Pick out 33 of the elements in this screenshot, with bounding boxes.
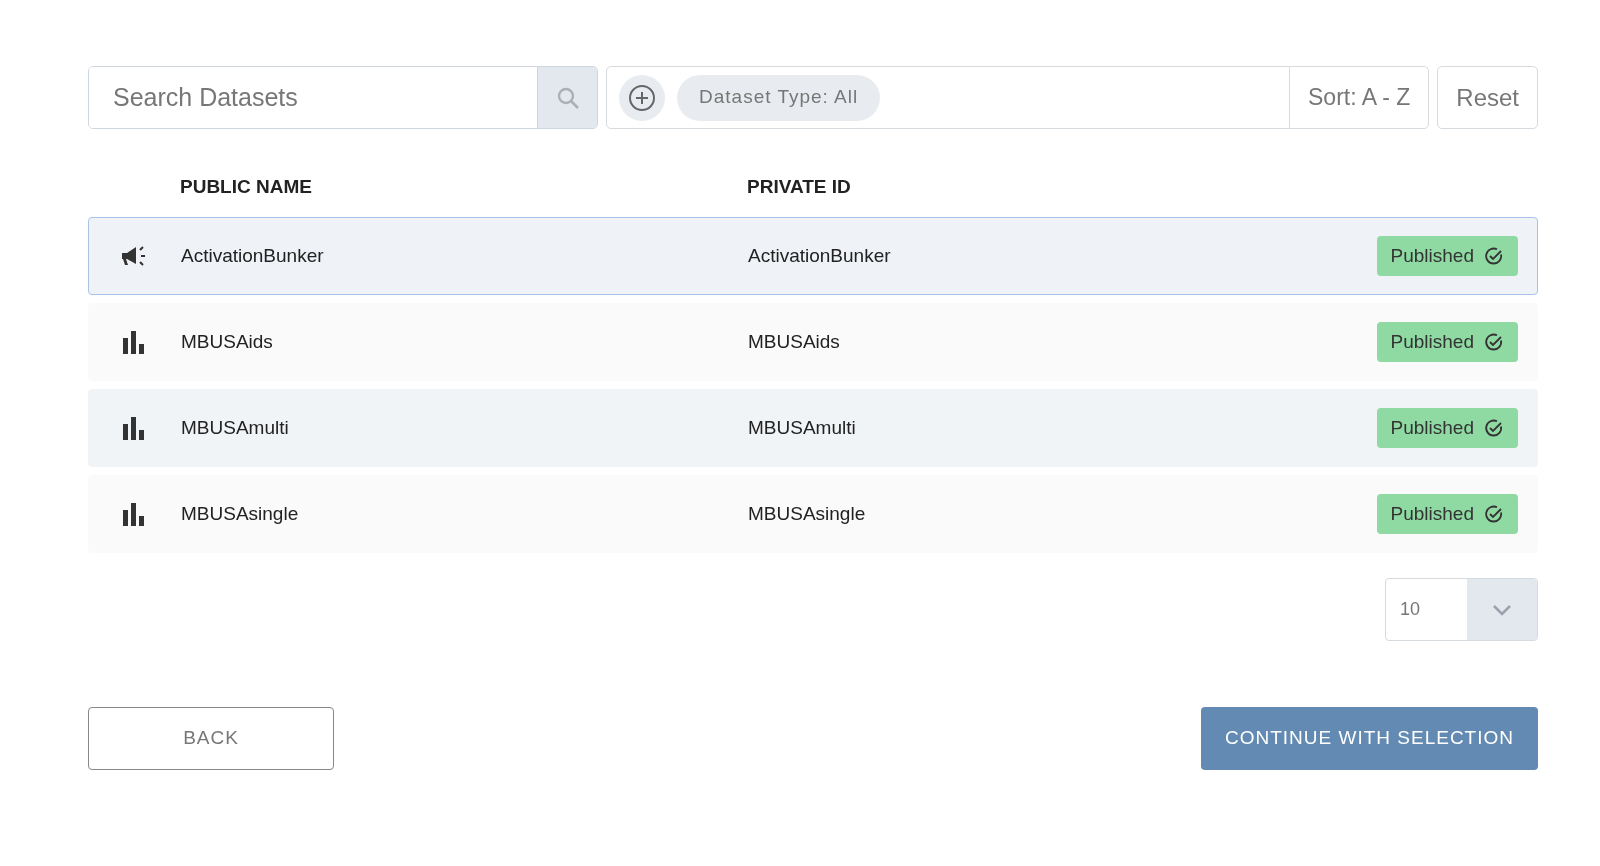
table-row[interactable]: MBUSAids MBUSAids Published <box>88 303 1538 381</box>
continue-button[interactable]: CONTINUE WITH SELECTION <box>1201 707 1538 770</box>
status-text: Published <box>1390 329 1474 354</box>
add-filter-button[interactable] <box>619 74 665 121</box>
status-text: Published <box>1390 243 1474 268</box>
table-row[interactable]: MBUSAmulti MBUSAmulti Published <box>88 389 1538 467</box>
search-field[interactable]: Search Datasets <box>88 66 598 129</box>
table-row[interactable]: MBUSAsingle MBUSAsingle Published <box>88 475 1538 553</box>
private-id: MBUSAids <box>748 330 840 352</box>
check-circle-icon <box>1484 246 1504 266</box>
private-id: ActivationBunker <box>748 244 891 266</box>
table-row[interactable]: ActivationBunker ActivationBunker Published <box>88 217 1538 295</box>
page-size-select[interactable]: 10 <box>1385 578 1538 641</box>
column-header: PUBLIC NAME <box>180 174 313 199</box>
private-id: MBUSAmulti <box>748 416 856 438</box>
back-button[interactable]: BACK <box>88 707 334 770</box>
check-circle-icon <box>1484 332 1504 352</box>
public-name: ActivationBunker <box>181 243 325 268</box>
chevron-down-icon <box>1492 603 1512 616</box>
check-circle-icon <box>1484 418 1504 438</box>
private-id: MBUSAsingle <box>748 502 866 524</box>
public-name: MBUSAsingle <box>181 501 300 526</box>
filter-chip[interactable]: Dataset Type: All <box>677 74 881 121</box>
reset-button[interactable]: Reset <box>1437 66 1538 129</box>
sort-button[interactable]: Sort: A - Z <box>1289 67 1429 128</box>
column-header: PRIVATE ID <box>747 174 852 199</box>
plus-circle-icon <box>628 83 656 112</box>
status-text: Published <box>1390 415 1474 440</box>
search-icon <box>555 85 580 110</box>
public-name: MBUSAmulti <box>181 415 290 440</box>
public-name: MBUSAids <box>181 329 274 354</box>
status-text: Published <box>1390 501 1474 526</box>
check-circle-icon <box>1484 504 1504 524</box>
